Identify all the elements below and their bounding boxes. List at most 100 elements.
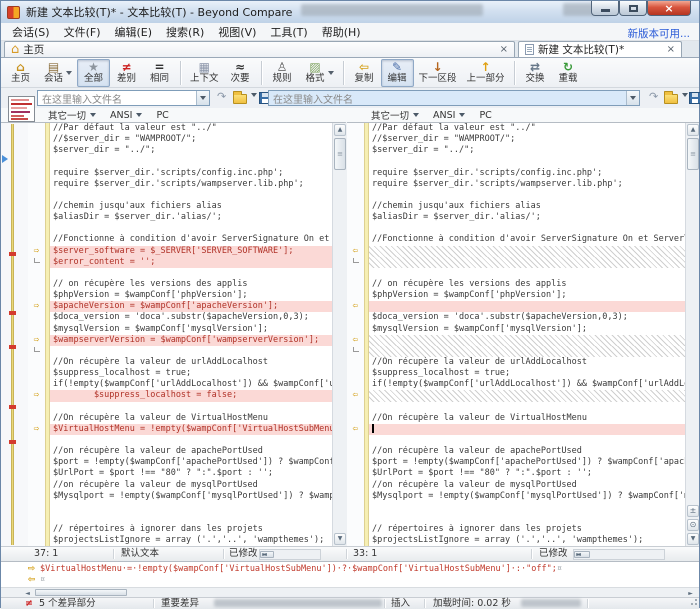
toolbar-edit-button[interactable]: ✎编辑 (381, 59, 414, 87)
code-line[interactable]: //On récupère la valeur de VirtualHostMe… (347, 413, 699, 424)
code-line[interactable]: $error_content = ''; (28, 257, 345, 268)
center-diff-icon[interactable]: ⊙ (687, 519, 699, 531)
left-swap-sides-icon[interactable]: ↷ (217, 91, 226, 102)
code-line[interactable]: //$server_dir = "WAMPROOT/"; (28, 134, 345, 145)
diff-overview-strip[interactable] (1, 122, 28, 546)
diff-section-arrow-icon[interactable]: ⇦ (347, 246, 364, 257)
code-line[interactable]: if(!empty($wampConf['urlAddLocalhost']) … (347, 379, 699, 390)
diff-section-arrow-icon[interactable]: ⇦ (347, 424, 364, 435)
left-editor-pane[interactable]: //Par défaut la valeur est "../"//$serve… (28, 122, 346, 546)
code-line[interactable]: $suppress_localhost = true; (347, 368, 699, 379)
scroll-up-icon[interactable]: ▲ (687, 124, 699, 136)
encoding-option[interactable]: PC (479, 110, 491, 121)
menu-item[interactable]: 搜索(R) (159, 23, 211, 41)
importance-label[interactable]: 重要差异 (161, 598, 199, 609)
code-line[interactable] (28, 156, 345, 167)
tab-text-compare[interactable]: 新建 文本比较(T)* × (518, 41, 682, 57)
left-browse-folder-icon[interactable] (233, 94, 247, 104)
code-line[interactable] (347, 268, 699, 279)
code-line[interactable]: //Fonctionne à condition d'avoir ServerS… (28, 234, 345, 245)
scroll-down-icon[interactable]: ▼ (334, 533, 346, 545)
code-line[interactable] (28, 346, 345, 357)
code-line[interactable]: require $server_dir.'scripts/wampserver.… (347, 179, 699, 190)
right-browse-folder-icon[interactable] (664, 94, 678, 104)
scrollbar-thumb[interactable]: ≡ (687, 138, 699, 170)
toolbar-next-section-button[interactable]: ↓下一区段 (414, 59, 462, 87)
code-line[interactable]: $Mysqlport = !empty($wampConf['mysqlPort… (347, 491, 699, 502)
diff-section-arrow-icon[interactable]: ⇦ (347, 390, 364, 401)
code-line[interactable]: // on récupère les versions des applis (347, 279, 699, 290)
code-line[interactable]: //Par défaut la valeur est "../" (347, 123, 699, 134)
encoding-option[interactable]: ANSI (433, 110, 465, 121)
code-line[interactable]: $port = !empty($wampConf['apachePortUsed… (28, 457, 345, 468)
toolbar-format-button[interactable]: ▨格式 (299, 59, 332, 87)
left-filename-combo[interactable]: 在这里输入文件名 (37, 90, 210, 106)
diff-section-arrow-icon[interactable]: ⇨ (28, 301, 45, 312)
code-line[interactable]: //On récupère la valeur de VirtualHostMe… (28, 413, 345, 424)
right-editor-pane[interactable]: //Par défaut la valeur est "../"//$serve… (347, 122, 699, 546)
code-line[interactable]: // répertoires à ignorer dans les projet… (347, 524, 699, 535)
menu-item[interactable]: 编辑(E) (108, 23, 160, 41)
code-line[interactable] (28, 223, 345, 234)
code-line[interactable]: ⇨$server_software = $_SERVER['SERVER_SOF… (28, 246, 345, 257)
toolbar-show-all-button[interactable]: ★全部 (77, 59, 110, 87)
code-line[interactable]: $UrlPort = $port !== "80" ? ":".$port : … (28, 468, 345, 479)
code-line[interactable]: ⇨$wampserverVersion = $wampConf['wampser… (28, 335, 345, 346)
toolbar-show-differences-button[interactable]: ≠差别 (110, 59, 143, 87)
code-line[interactable]: ⇦ (347, 424, 699, 435)
code-line[interactable]: // on récupère les versions des applis (28, 279, 345, 290)
code-line[interactable]: $mysqlVersion = $wampConf['mysqlVersion'… (347, 324, 699, 335)
right-filename-combo[interactable]: 在这里输入文件名 (268, 90, 640, 106)
code-line[interactable]: $doca_version = 'doca'.substr($apacheVer… (28, 312, 345, 323)
scroll-down-icon[interactable]: ▼ (687, 533, 699, 545)
scroll-right-icon[interactable]: ► (260, 548, 269, 562)
code-line[interactable] (28, 513, 345, 524)
close-button[interactable]: × (647, 1, 691, 16)
code-line[interactable] (28, 402, 345, 413)
toolbar-prev-section-button[interactable]: ↑上一部分 (462, 59, 510, 87)
toolbar-swap-button[interactable]: ⇄交换 (519, 59, 552, 87)
code-line[interactable] (28, 190, 345, 201)
chevron-down-icon[interactable] (328, 71, 334, 75)
code-line[interactable]: ⇨$VirtualHostMenu = !empty($wampConf['Vi… (28, 424, 345, 435)
encoding-option[interactable]: 其它一切 (48, 108, 96, 122)
left-arrow-icon[interactable]: ⇦ (23, 575, 40, 585)
code-line[interactable]: $projectsListIgnore = array ('.','..', '… (347, 535, 699, 546)
encoding-option[interactable]: 其它一切 (371, 108, 419, 122)
insert-mode-label[interactable]: 插入 (391, 598, 410, 609)
resize-grip[interactable] (689, 599, 697, 607)
chevron-down-icon[interactable] (196, 91, 209, 105)
right-swap-sides-icon[interactable]: ↷ (649, 91, 658, 102)
diff-section-arrow-icon[interactable]: ⇨ (28, 246, 45, 257)
code-line[interactable]: //on récupère la valeur de apachePortUse… (347, 446, 699, 457)
code-line[interactable]: require $server_dir.'scripts/wampserver.… (28, 179, 345, 190)
code-line[interactable] (347, 190, 699, 201)
chevron-down-icon[interactable] (66, 71, 72, 75)
tab-home[interactable]: ⌂ 主页 × (4, 41, 515, 57)
code-line[interactable] (347, 156, 699, 167)
right-horizontal-scrollbar[interactable]: ◄ ► (573, 549, 665, 560)
right-save-icon[interactable] (689, 92, 700, 104)
diff-section-arrow-icon[interactable]: ⇨ (28, 390, 45, 401)
code-line[interactable]: //on récupère la valeur de mysqlPortUsed (28, 480, 345, 491)
toolbar-home-button[interactable]: ⌂主页 (4, 59, 37, 87)
code-line[interactable]: //on récupère la valeur de apachePortUse… (28, 446, 345, 457)
code-line[interactable] (347, 502, 699, 513)
toolbar-sessions-button[interactable]: ▤会话 (37, 59, 70, 87)
code-line[interactable] (347, 346, 699, 357)
diff-section-arrow-icon[interactable]: ⇨ (28, 424, 45, 435)
code-line[interactable]: //Fonctionne à condition d'avoir ServerS… (347, 234, 699, 245)
detail-left-line[interactable]: ⇨ $VirtualHostMenu·=·!empty($wampConf['V… (23, 563, 699, 575)
code-line[interactable]: ⇨$apacheVersion = $wampConf['apacheVersi… (28, 301, 345, 312)
code-line[interactable]: require $server_dir.'scripts/config.inc.… (28, 168, 345, 179)
code-line[interactable]: //$server_dir = "WAMPROOT/"; (347, 134, 699, 145)
code-line[interactable]: $mysqlVersion = $wampConf['mysqlVersion'… (28, 324, 345, 335)
toolbar-minor-button[interactable]: ≈次要 (224, 59, 257, 87)
code-line[interactable]: require $server_dir.'scripts/config.inc.… (347, 168, 699, 179)
code-line[interactable]: $port = !empty($wampConf['apachePortUsed… (347, 457, 699, 468)
minimize-button[interactable] (591, 1, 619, 16)
code-line[interactable]: $aliasDir = $server_dir.'alias/'; (347, 212, 699, 223)
diff-section-arrow-icon[interactable]: ⇨ (28, 335, 45, 346)
code-line[interactable]: $projectsListIgnore = array ('.','..', '… (28, 535, 345, 546)
right-vertical-scrollbar[interactable]: ▲ ≡ ± ⊙ ▼ (685, 123, 699, 546)
